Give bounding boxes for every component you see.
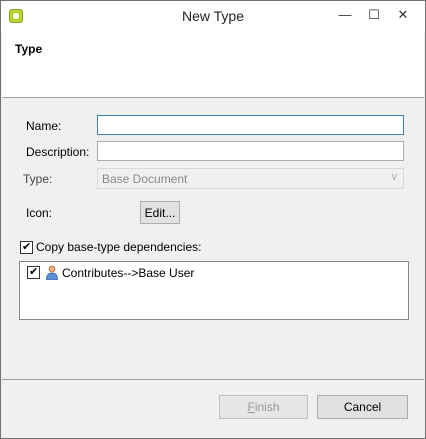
new-type-dialog: New Type — ☐ ✕ Type Name: Description: T… — [0, 0, 426, 439]
user-icon — [46, 265, 58, 280]
name-label: Name: — [26, 119, 62, 133]
list-item[interactable]: ✔ Contributes-->Base User — [20, 262, 408, 284]
minimize-button[interactable]: — — [331, 4, 359, 26]
footer-divider — [2, 379, 424, 380]
maximize-button[interactable]: ☐ — [360, 4, 388, 26]
type-select[interactable]: Base Document ∨ — [97, 168, 404, 189]
dependency-label: Contributes-->Base User — [62, 266, 195, 280]
icon-label: Icon: — [26, 206, 53, 220]
description-input[interactable] — [97, 141, 404, 161]
finish-mnemonic: F — [247, 400, 255, 414]
close-button[interactable]: ✕ — [389, 4, 417, 26]
title-bar: New Type — ☐ ✕ — [1, 1, 425, 32]
copy-deps-checkbox[interactable]: ✔ — [20, 241, 33, 254]
finish-label-rest: inish — [254, 400, 280, 414]
dependency-checkbox[interactable]: ✔ — [27, 266, 40, 279]
edit-icon-button[interactable]: Edit... — [140, 201, 180, 224]
copy-deps-label: Copy base-type dependencies: — [36, 240, 202, 254]
name-input[interactable] — [97, 115, 404, 135]
checkmark-icon: ✔ — [29, 266, 39, 278]
finish-button[interactable]: Finish — [219, 395, 308, 419]
cancel-button[interactable]: Cancel — [317, 395, 408, 419]
type-select-value: Base Document — [102, 172, 188, 186]
type-label: Type: — [23, 172, 53, 186]
header-title: Type — [15, 42, 43, 56]
chevron-down-icon: ∨ — [390, 172, 398, 183]
checkmark-icon: ✔ — [22, 241, 32, 253]
description-label: Description: — [26, 145, 90, 159]
dependencies-list[interactable]: ✔ Contributes-->Base User — [19, 261, 409, 320]
dialog-header: Type — [2, 32, 424, 98]
